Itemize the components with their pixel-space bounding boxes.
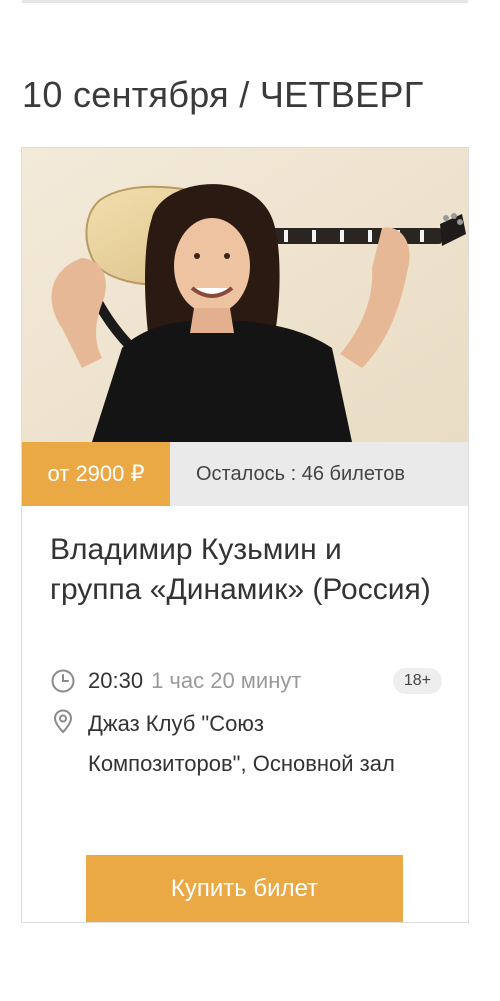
price-badge: от 2900 ₽ xyxy=(22,442,170,506)
event-title[interactable]: Владимир Кузьмин и группа «Динамик» (Рос… xyxy=(50,530,440,610)
event-venue[interactable]: Джаз Клуб "Союз Композиторов", Основной … xyxy=(88,704,418,784)
buy-ticket-button[interactable]: Купить билет xyxy=(86,855,403,922)
event-photo[interactable] xyxy=(22,148,468,442)
event-venue-row: Джаз Клуб "Союз Композиторов", Основной … xyxy=(50,708,418,784)
price-bar: от 2900 ₽ Осталось : 46 билетов xyxy=(22,442,468,506)
age-rating-badge: 18+ xyxy=(392,668,442,694)
event-photo-image xyxy=(22,148,468,442)
event-time: 20:30 xyxy=(88,668,144,693)
event-duration: 1 час 20 минут xyxy=(151,668,302,693)
date-heading: 10 сентября / ЧЕТВЕРГ xyxy=(22,74,424,115)
event-card[interactable]: от 2900 ₽ Осталось : 46 билетов Владимир… xyxy=(21,147,469,923)
location-pin-icon xyxy=(53,709,73,734)
clock-icon xyxy=(51,669,75,693)
event-time-row: 20:30 1 час 20 минут 18+ xyxy=(50,668,442,694)
tickets-remaining: Осталось : 46 билетов xyxy=(170,442,468,506)
top-divider xyxy=(22,0,468,3)
